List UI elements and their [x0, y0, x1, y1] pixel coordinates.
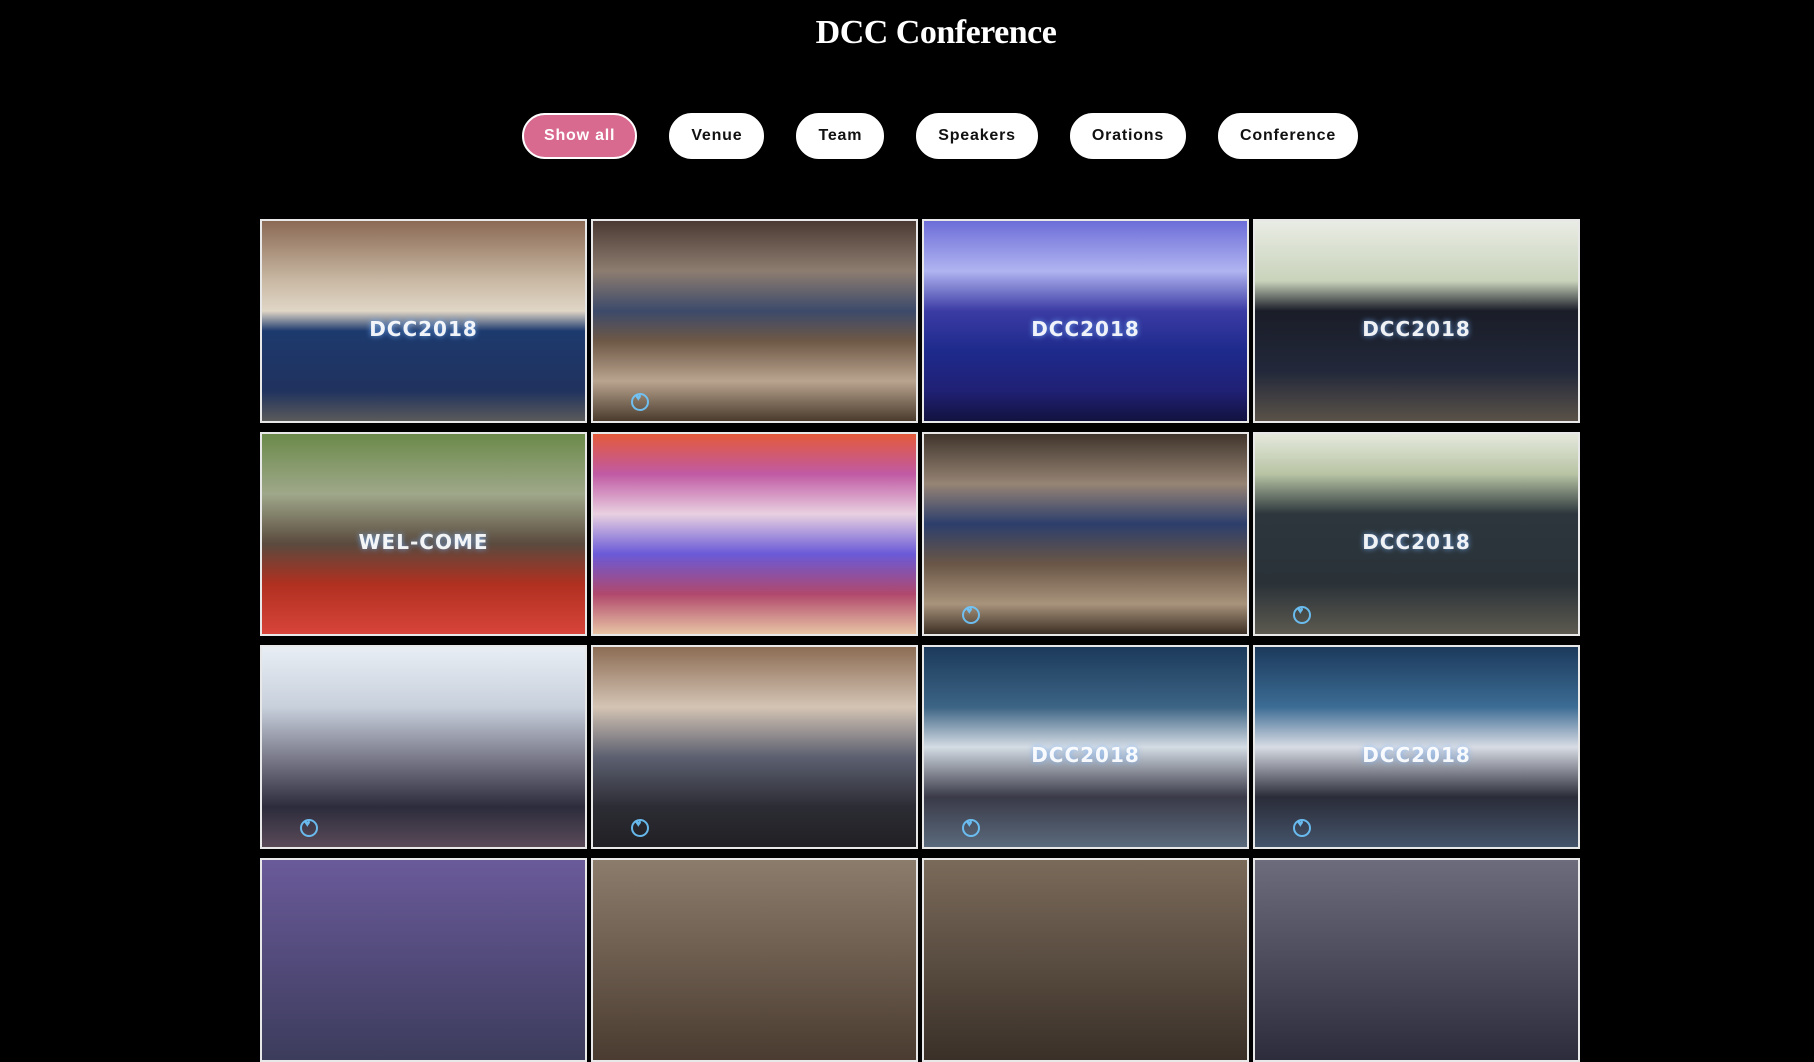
pool-canopy-photo[interactable] [591, 432, 918, 636]
row4-photo-3[interactable] [922, 858, 1249, 1062]
conference-board-photo[interactable]: DCC2018 [1253, 432, 1580, 636]
banquet-hall-photo[interactable] [591, 219, 918, 423]
photo-image [593, 647, 916, 847]
delegates-hall-photo[interactable] [591, 645, 918, 849]
photo-caption: WEL-COME [358, 530, 489, 554]
filter-speakers-button[interactable]: Speakers [916, 113, 1038, 159]
filter-team-button[interactable]: Team [796, 113, 885, 159]
photo-image [924, 860, 1247, 1060]
delegates-crowd-photo[interactable] [260, 645, 587, 849]
photo-caption: DCC2018 [1031, 317, 1140, 341]
photo-image [1255, 860, 1578, 1060]
heart-logo-icon [1293, 818, 1311, 837]
banquet-hall-wide-photo[interactable] [922, 432, 1249, 636]
photo-caption: DCC2018 [1362, 743, 1471, 767]
team-group-photo-2[interactable]: DCC2018 [1253, 645, 1580, 849]
photo-image [593, 221, 916, 421]
photo-caption: DCC2018 [1031, 743, 1140, 767]
heart-logo-icon [631, 392, 649, 411]
heart-logo-icon [631, 818, 649, 837]
photo-caption: DCC2018 [1362, 530, 1471, 554]
photo-image [262, 860, 585, 1060]
photo-caption: DCC2018 [369, 317, 478, 341]
row4-photo-4[interactable] [1253, 858, 1580, 1062]
photo-image [924, 434, 1247, 634]
filter-show-all-button[interactable]: Show all [522, 113, 638, 159]
row4-photo-1[interactable] [260, 858, 587, 1062]
team-group-photo[interactable]: DCC2018 [922, 645, 1249, 849]
stage-blue-photo[interactable]: DCC2018 [922, 219, 1249, 423]
welcome-arch-photo[interactable]: WEL-COME [260, 432, 587, 636]
registration-desk-photo[interactable]: DCC2018 [1253, 219, 1580, 423]
heart-logo-icon [300, 818, 318, 837]
photo-image [593, 860, 916, 1060]
heart-logo-icon [962, 605, 980, 624]
page-title: DCC Conference [815, 14, 1057, 51]
filter-conference-button[interactable]: Conference [1218, 113, 1359, 159]
photo-caption: DCC2018 [1362, 317, 1471, 341]
filter-venue-button[interactable]: Venue [669, 113, 765, 159]
filter-orations-button[interactable]: Orations [1069, 113, 1187, 159]
heart-logo-icon [962, 818, 980, 837]
photo-image [593, 434, 916, 634]
filter-bar: Show all Venue Team Speakers Orations Confere… [522, 113, 1359, 159]
venue-entrance-photo[interactable]: DCC2018 [260, 219, 587, 423]
row4-photo-2[interactable] [591, 858, 918, 1062]
photo-image [262, 647, 585, 847]
photo-gallery: DCC2018 DCC2018 DCC2018 WEL-COME DCC2018 DCC2… [260, 219, 1580, 1062]
heart-logo-icon [1293, 605, 1311, 624]
